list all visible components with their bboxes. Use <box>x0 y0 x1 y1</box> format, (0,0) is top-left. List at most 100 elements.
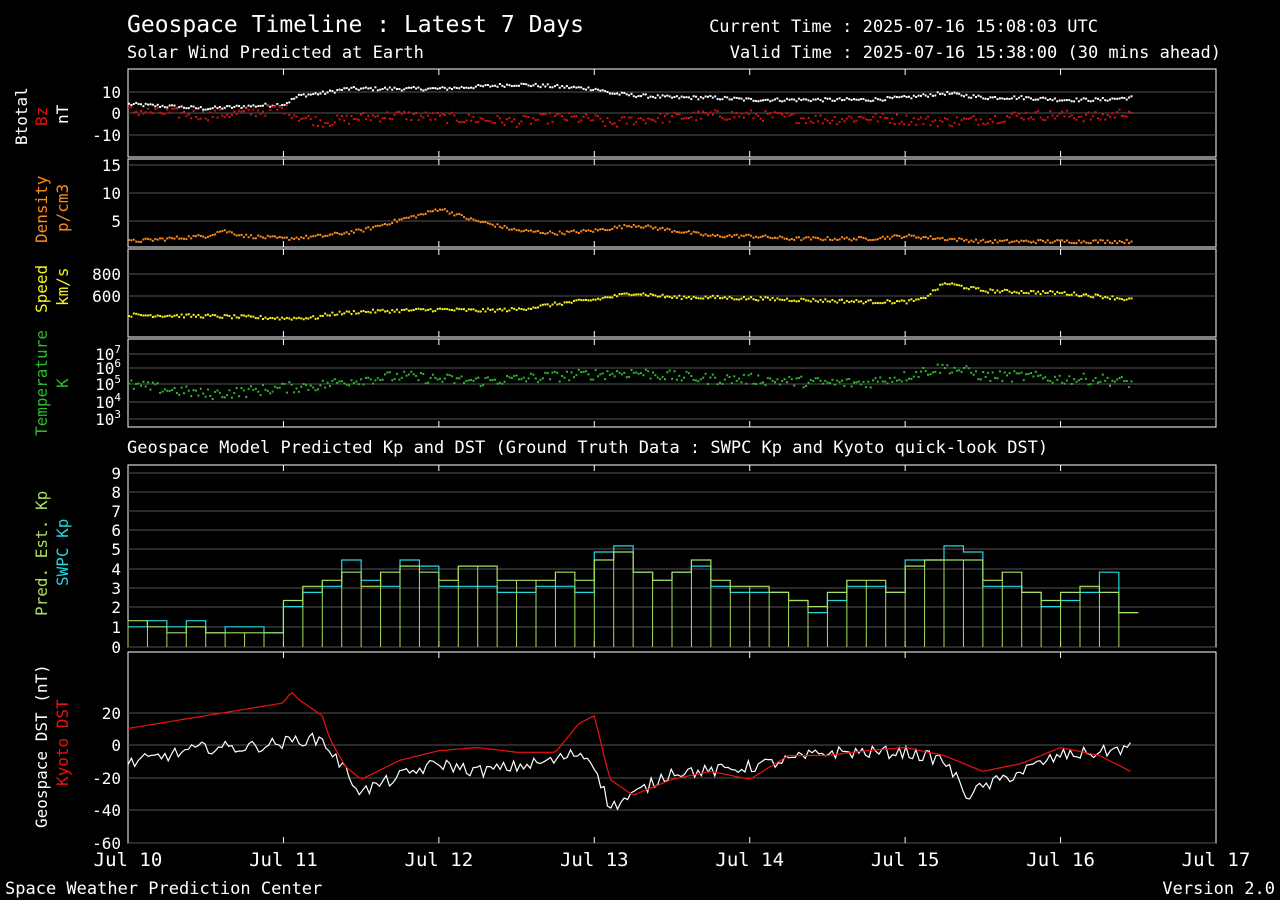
data-point <box>860 98 863 101</box>
data-point <box>513 374 516 377</box>
data-point <box>479 221 482 224</box>
data-point <box>1082 372 1085 375</box>
data-point <box>140 384 142 387</box>
data-point <box>989 288 992 291</box>
data-point <box>1087 383 1090 386</box>
data-point <box>396 220 398 223</box>
data-point <box>546 122 549 125</box>
data-point <box>797 377 800 379</box>
data-point <box>970 239 973 242</box>
data-point <box>781 236 784 239</box>
data-point <box>238 105 241 108</box>
data-point <box>202 392 205 395</box>
data-point <box>965 287 968 290</box>
data-point <box>788 375 791 378</box>
data-point <box>917 376 920 378</box>
data-point <box>1082 97 1085 100</box>
data-point <box>963 117 965 120</box>
data-point <box>166 108 169 111</box>
data-point <box>484 310 487 313</box>
data-point <box>486 376 489 379</box>
data-point <box>704 95 707 98</box>
data-point <box>305 95 308 98</box>
data-point <box>226 231 229 234</box>
data-point <box>1070 293 1073 296</box>
data-point <box>625 292 628 295</box>
data-point <box>544 371 547 374</box>
data-point <box>518 229 520 232</box>
data-point <box>218 391 221 394</box>
data-point <box>946 91 949 93</box>
data-point <box>872 115 875 118</box>
data-point <box>896 300 898 303</box>
data-point <box>762 235 764 238</box>
data-point <box>668 295 671 298</box>
data-point <box>857 300 860 303</box>
data-point <box>939 119 942 122</box>
data-point <box>369 87 372 90</box>
data-point <box>656 376 659 379</box>
data-point <box>503 307 506 310</box>
data-point <box>905 235 908 238</box>
data-point <box>673 229 676 232</box>
data-point <box>525 309 528 311</box>
data-point <box>1032 118 1035 121</box>
data-point <box>307 93 310 96</box>
data-point <box>678 231 681 234</box>
data-point <box>551 231 554 234</box>
data-point <box>128 102 130 105</box>
data-point <box>290 237 293 240</box>
data-point <box>386 223 389 226</box>
data-point <box>1010 380 1013 383</box>
data-point <box>979 289 982 292</box>
data-point <box>496 115 499 118</box>
data-point <box>565 85 568 88</box>
data-point <box>778 235 781 238</box>
data-point <box>463 216 465 219</box>
data-point <box>884 237 887 240</box>
data-point <box>891 97 894 100</box>
data-point <box>424 111 427 114</box>
data-point <box>503 380 506 383</box>
data-point <box>266 389 269 392</box>
data-point <box>326 314 329 317</box>
data-point <box>515 374 518 377</box>
data-point <box>678 113 681 116</box>
data-point <box>692 230 695 233</box>
data-point <box>640 372 642 375</box>
data-point <box>252 108 255 111</box>
data-point <box>730 111 733 114</box>
data-point <box>1065 293 1068 296</box>
data-point <box>431 210 434 213</box>
y-tick-label: 20 <box>102 704 121 723</box>
data-point <box>982 238 985 241</box>
x-tick-label: Jul 15 <box>871 849 940 871</box>
data-point <box>455 119 458 122</box>
data-point <box>891 380 894 383</box>
data-point <box>922 123 925 125</box>
data-point <box>637 117 640 120</box>
data-point <box>690 232 693 235</box>
data-point <box>764 234 767 237</box>
data-point <box>262 318 264 320</box>
data-point <box>156 238 159 241</box>
data-point <box>228 315 231 317</box>
data-point <box>314 317 317 320</box>
data-point <box>776 378 779 381</box>
data-point <box>470 378 473 381</box>
data-point <box>759 235 762 238</box>
data-point <box>864 118 867 121</box>
data-point <box>750 296 753 299</box>
data-point <box>144 385 147 388</box>
data-point <box>340 313 343 316</box>
data-point <box>233 110 236 113</box>
data-point <box>826 97 829 100</box>
data-point <box>769 100 772 103</box>
data-point <box>140 240 142 243</box>
data-point <box>905 114 908 117</box>
data-point <box>192 105 195 108</box>
data-point <box>618 119 621 122</box>
data-point <box>474 309 477 312</box>
data-point <box>707 234 709 237</box>
data-point <box>474 219 477 222</box>
